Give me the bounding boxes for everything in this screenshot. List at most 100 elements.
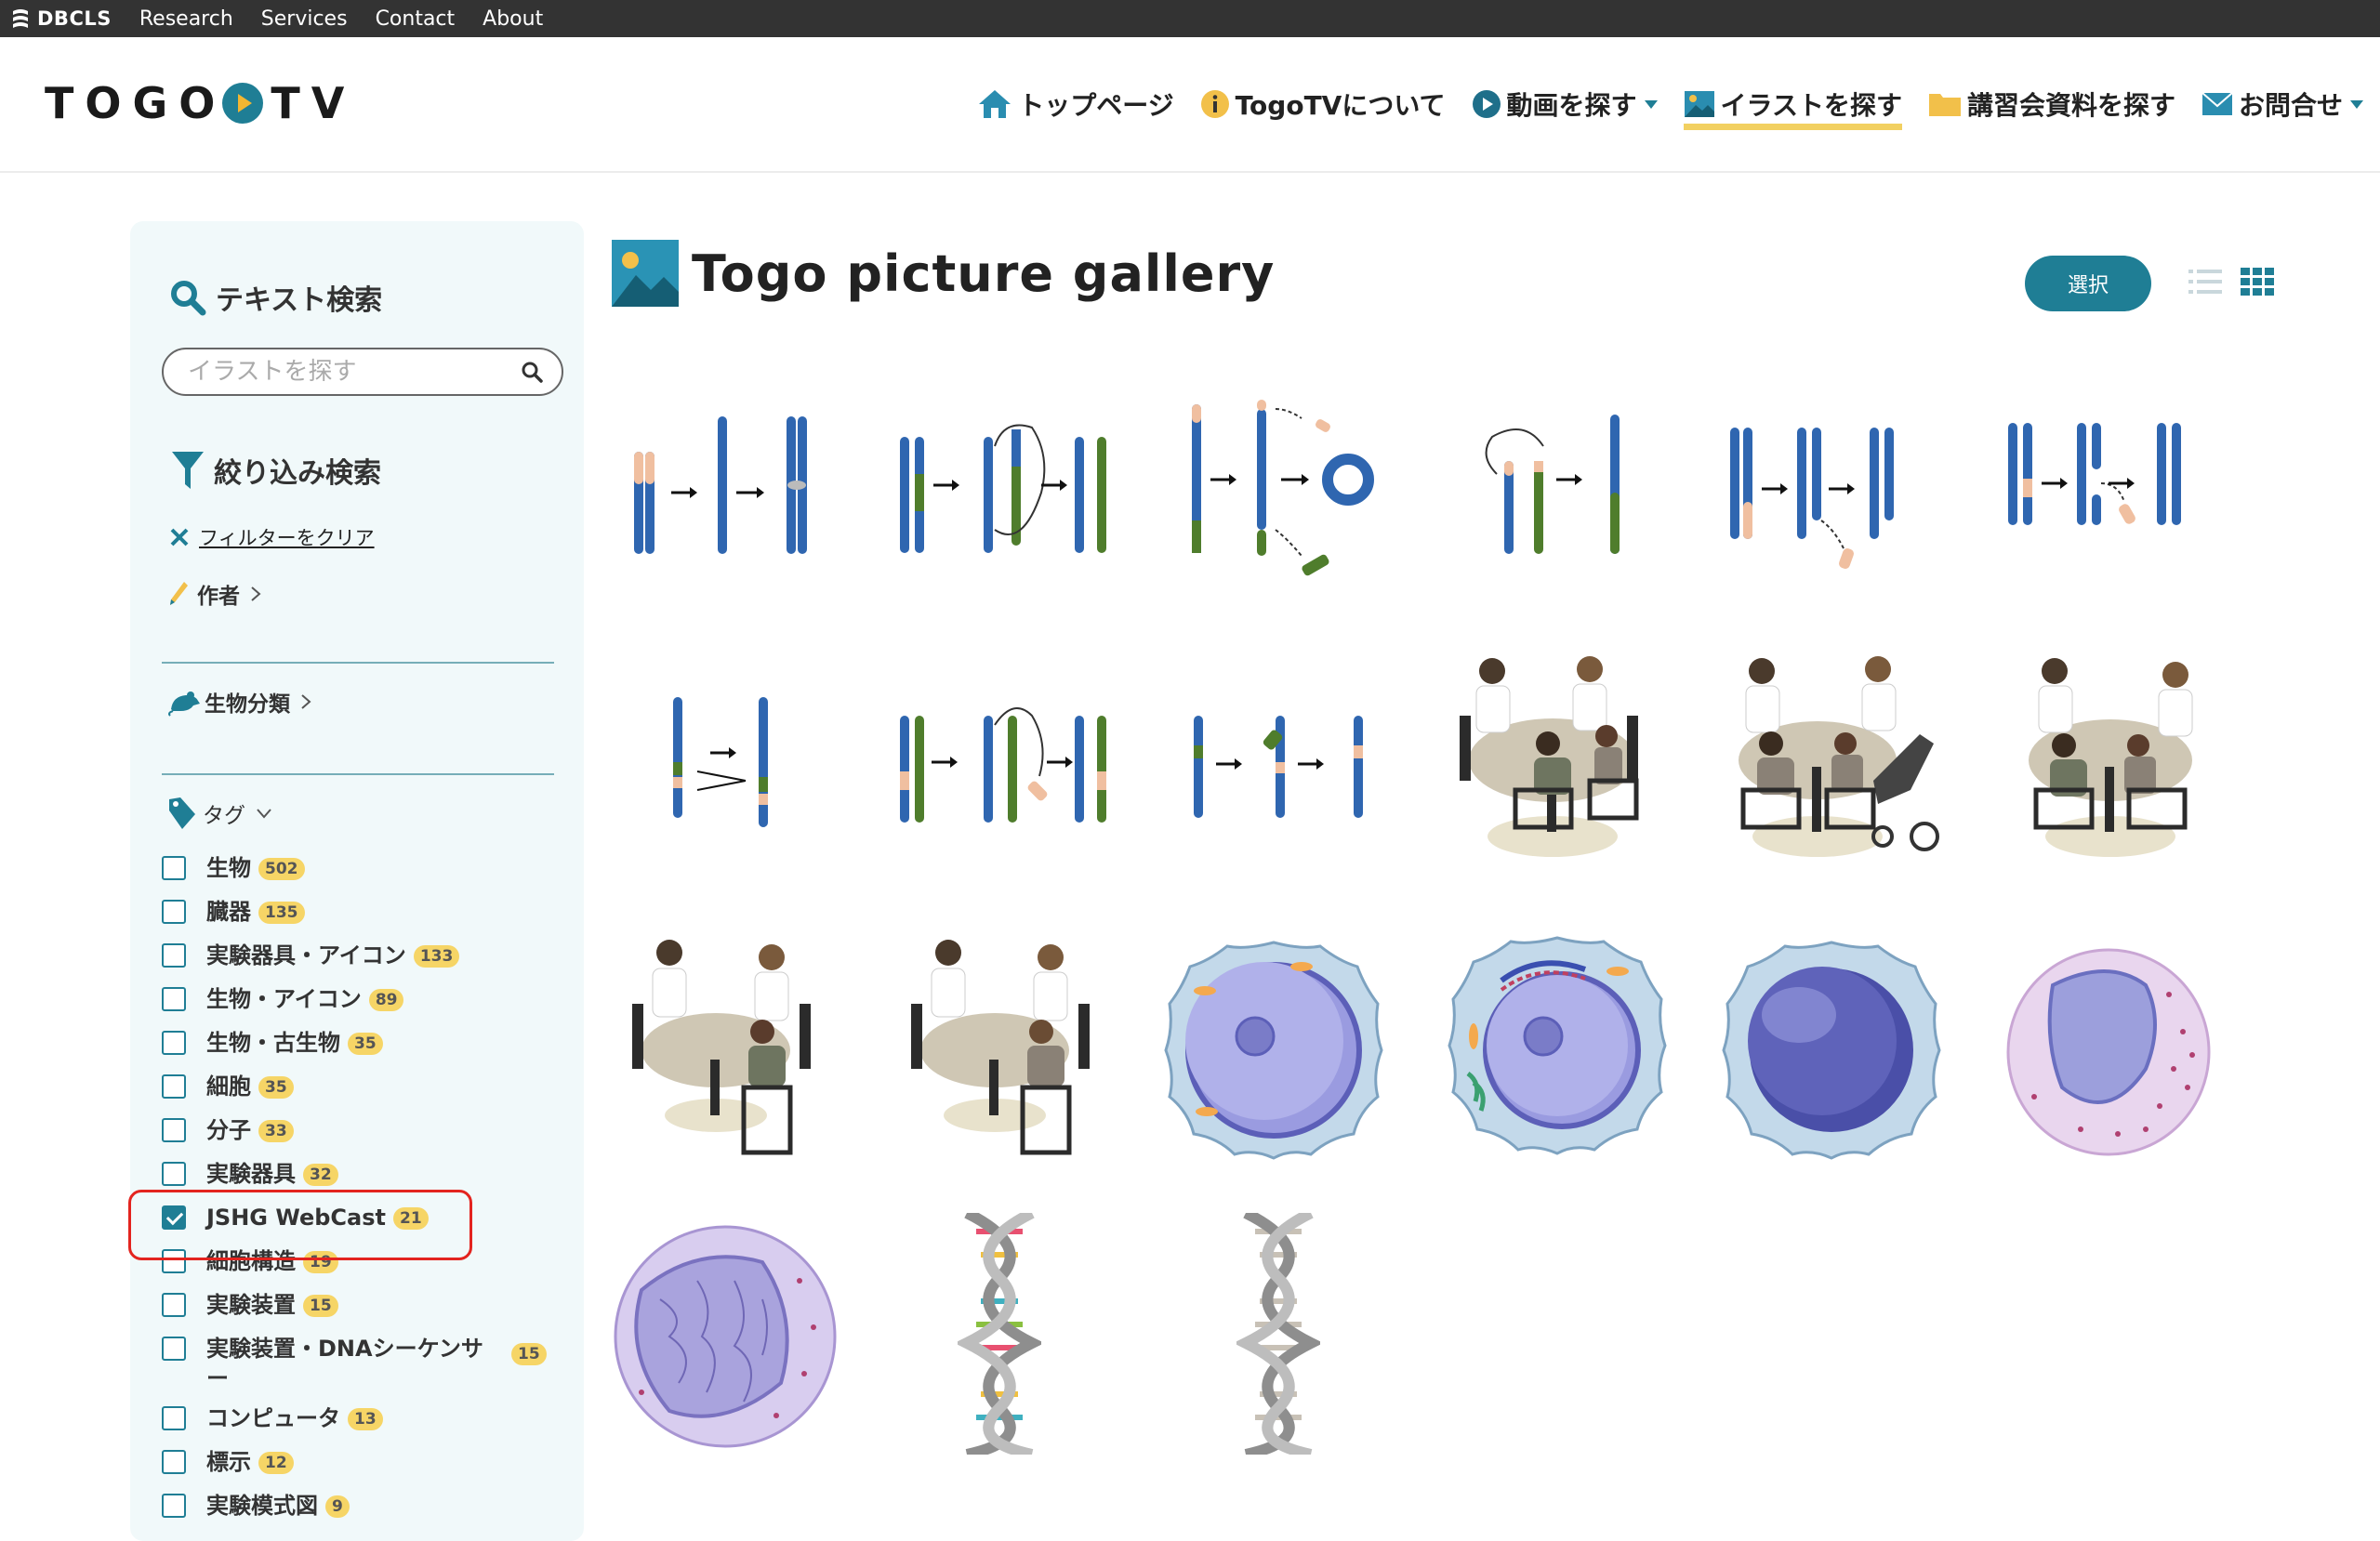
tag-item[interactable]: 生物・古生物 35	[162, 1028, 562, 1058]
count-badge: 133	[413, 945, 460, 968]
tag-checkbox[interactable]	[162, 1293, 186, 1317]
search-input[interactable]	[186, 357, 506, 387]
gallery-item-cell[interactable]	[614, 1225, 837, 1448]
tag-checkbox[interactable]	[162, 1494, 186, 1518]
nav-top-page[interactable]: トップページ	[977, 86, 1174, 123]
filter-search-heading: 絞り込み検索	[171, 450, 381, 491]
search-box	[162, 348, 563, 396]
tag-item[interactable]: 実験器具 32	[162, 1159, 562, 1189]
tag-checkbox[interactable]	[162, 856, 186, 880]
tag-item[interactable]: 実験装置・DNAシーケンサー 15	[162, 1334, 562, 1393]
tag-checkbox[interactable]	[162, 1074, 186, 1099]
nav-find-videos[interactable]: 動画を探す	[1472, 86, 1658, 123]
tag-item[interactable]: 分子 33	[162, 1115, 562, 1145]
tag-checkbox[interactable]	[162, 1162, 186, 1186]
main-nav: トップページ TogoTVについて 動画を探す イラストを探す 講習会資料を探す…	[951, 86, 2363, 130]
nav-about-togotv[interactable]: TogoTVについて	[1200, 86, 1446, 123]
facet-tags[interactable]: タグ	[167, 796, 273, 831]
grid-view-icon[interactable]	[2241, 268, 2274, 296]
count-badge: 35	[258, 1076, 294, 1099]
gallery-item-meeting[interactable]	[1725, 651, 1948, 883]
facet-organism-label: 生物分類	[205, 692, 290, 717]
filter-sidebar: テキスト検索 絞り込み検索 フィルターをクリア 作者 生物分類 タグ 生物 502…	[130, 221, 584, 1541]
picture-icon	[612, 240, 679, 307]
clear-filter-link[interactable]: フィルターをクリア	[169, 523, 375, 551]
gallery-item-chromosome[interactable]	[883, 688, 1125, 846]
gallery-item-chromosome[interactable]	[1999, 409, 2222, 576]
search-submit-icon[interactable]	[521, 361, 543, 383]
chevron-right-icon	[301, 694, 311, 709]
tag-checkbox[interactable]	[162, 1118, 186, 1142]
nav-label: 講習会資料を探す	[1966, 90, 2175, 121]
select-button[interactable]: 選択	[2025, 256, 2151, 311]
tag-label: 標示	[206, 1449, 251, 1475]
tag-checkbox[interactable]	[162, 1450, 186, 1474]
gallery-item-chromosome[interactable]	[1181, 688, 1385, 846]
tag-checkbox[interactable]	[162, 1031, 186, 1055]
tag-item[interactable]: 生物・アイコン 89	[162, 984, 562, 1014]
gallery-item-dna[interactable]	[1236, 1213, 1320, 1455]
tag-label: 実験装置	[206, 1292, 296, 1318]
tag-label: 実験器具・アイコン	[206, 942, 406, 968]
tag-label: 生物	[206, 855, 251, 881]
tag-label: 実験器具	[206, 1161, 296, 1187]
nav-label: トップページ	[1018, 90, 1174, 121]
tag-item[interactable]: 実験模式図 9	[162, 1491, 562, 1521]
gallery-item-meeting[interactable]	[902, 929, 1106, 1171]
topbar-link-services[interactable]: Services	[261, 7, 348, 31]
tag-item[interactable]: 臓器 135	[162, 897, 562, 927]
gallery-heading: Togo picture gallery	[612, 240, 1275, 307]
tag-checkbox[interactable]	[162, 900, 186, 924]
tag-checkbox[interactable]	[162, 987, 186, 1011]
tag-item[interactable]: 実験装置 15	[162, 1290, 562, 1320]
topbar-link-contact[interactable]: Contact	[376, 7, 456, 31]
tag-item[interactable]: 細胞 35	[162, 1072, 562, 1101]
dbcls-brand[interactable]: DBCLS	[11, 7, 112, 30]
tag-label: 生物・アイコン	[206, 986, 362, 1012]
tag-item[interactable]: コンピュータ 13	[162, 1403, 562, 1433]
topbar-link-research[interactable]: Research	[139, 7, 233, 31]
gallery-item-cell[interactable]	[1720, 939, 1943, 1162]
gallery-item-chromosome[interactable]	[1469, 400, 1655, 567]
mail-icon	[2202, 92, 2233, 115]
gallery-item-meeting[interactable]	[1450, 651, 1664, 883]
topbar-link-about[interactable]: About	[483, 7, 543, 31]
tag-checkbox[interactable]	[162, 1337, 186, 1361]
tag-checkbox[interactable]	[162, 943, 186, 968]
gallery-item-cell[interactable]	[2006, 948, 2211, 1157]
facet-organism[interactable]: 生物分類	[167, 686, 312, 718]
nav-find-illustrations[interactable]: イラストを探す	[1683, 86, 1903, 130]
nav-contact[interactable]: お問合せ	[2202, 86, 2363, 123]
gallery-item-cell[interactable]	[1162, 939, 1385, 1162]
count-badge: 32	[303, 1164, 338, 1186]
gallery-item-chromosome[interactable]	[1725, 409, 1948, 576]
pencil-icon	[170, 582, 188, 605]
sidebar-divider	[162, 662, 554, 664]
gallery-item-cell[interactable]	[1446, 934, 1669, 1162]
facet-author[interactable]: 作者	[167, 578, 262, 610]
gallery-item-chromosome[interactable]	[883, 400, 1125, 567]
tag-item[interactable]: 標示 12	[162, 1447, 562, 1477]
gallery-item-meeting[interactable]	[623, 929, 827, 1171]
tag-label: 実験模式図	[206, 1493, 318, 1519]
tag-item[interactable]: 生物 502	[162, 853, 562, 883]
gallery-item-chromosome[interactable]	[623, 400, 827, 567]
tag-item[interactable]: 実験器具・アイコン 133	[162, 941, 562, 970]
tag-label: 細胞	[206, 1073, 251, 1100]
gallery-item-chromosome[interactable]	[1171, 390, 1385, 586]
list-view-icon[interactable]	[2188, 268, 2222, 296]
togotv-logo[interactable]: TOGO TV	[45, 78, 355, 128]
annotation-highlight-box	[128, 1190, 472, 1260]
gallery-item-meeting[interactable]	[2008, 651, 2213, 883]
tag-checkbox[interactable]	[162, 1406, 186, 1430]
picture-icon	[1684, 91, 1714, 117]
nav-find-materials[interactable]: 講習会資料を探す	[1928, 86, 2175, 123]
count-badge: 13	[348, 1408, 383, 1430]
logo-text-right: TV	[271, 78, 356, 128]
gallery-item-chromosome[interactable]	[660, 688, 790, 846]
gallery-item-dna[interactable]	[958, 1213, 1041, 1455]
nav-label: お問合せ	[2238, 90, 2343, 121]
nav-label: イラストを探す	[1720, 90, 1902, 121]
close-icon	[170, 528, 189, 547]
top-bar: DBCLS Research Services Contact About	[0, 0, 2380, 37]
